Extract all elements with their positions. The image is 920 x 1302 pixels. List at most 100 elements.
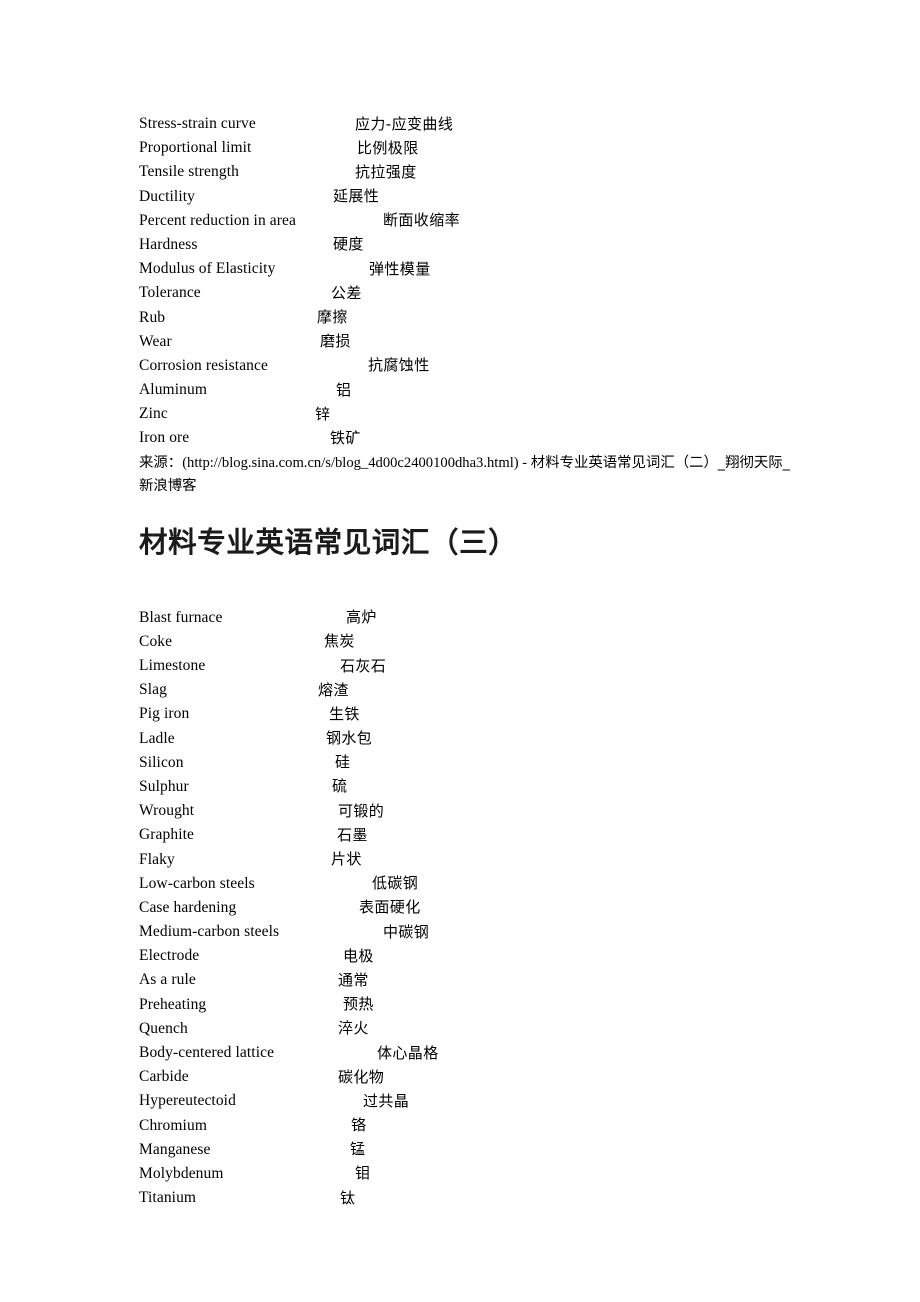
glossary-definition: 锌 bbox=[315, 404, 331, 423]
glossary-row: Wear 磨损 bbox=[139, 330, 799, 354]
glossary-definition: 生铁 bbox=[329, 704, 360, 723]
glossary-row: Blast furnace 高炉 bbox=[139, 606, 799, 630]
glossary-definition: 高炉 bbox=[346, 608, 377, 627]
glossary-row: Quench 淬火 bbox=[139, 1017, 799, 1041]
glossary-row: Ductility 延展性 bbox=[139, 185, 799, 209]
glossary-row: Percent reduction in area 断面收缩率 bbox=[139, 209, 799, 233]
glossary-row: Flaky 片状 bbox=[139, 848, 799, 872]
glossary-definition: 断面收缩率 bbox=[383, 211, 461, 230]
glossary-row: Case hardening 表面硬化 bbox=[139, 896, 799, 920]
glossary-definition: 石灰石 bbox=[340, 656, 387, 675]
glossary-row: Stress-strain curve 应力-应变曲线 bbox=[139, 112, 799, 136]
glossary-definition: 硅 bbox=[335, 753, 351, 772]
glossary-row: Sulphur 硫 bbox=[139, 775, 799, 799]
glossary-row: Wrought 可锻的 bbox=[139, 799, 799, 823]
glossary-row: Proportional limit 比例极限 bbox=[139, 136, 799, 160]
glossary-term: Wear bbox=[139, 332, 172, 350]
glossary-definition: 中碳钢 bbox=[383, 922, 430, 941]
page-title: 材料专业英语常见词汇（三） bbox=[139, 525, 518, 559]
glossary-definition: 铝 bbox=[336, 380, 352, 399]
glossary-row: Limestone 石灰石 bbox=[139, 654, 799, 678]
glossary-definition: 钢水包 bbox=[326, 729, 373, 748]
glossary-row: Carbide 碳化物 bbox=[139, 1065, 799, 1089]
glossary-term: Tensile strength bbox=[139, 163, 239, 181]
glossary-term: Body-centered lattice bbox=[139, 1044, 275, 1061]
source-label: 来源： bbox=[139, 454, 183, 471]
document-page: Stress-strain curve 应力-应变曲线 Proportional l… bbox=[0, 0, 920, 1302]
glossary-definition: 过共晶 bbox=[363, 1091, 410, 1110]
glossary-row: Molybdenum 钼 bbox=[139, 1162, 799, 1186]
glossary-term: Manganese bbox=[139, 1140, 211, 1158]
glossary-row: Body-centered lattice 体心晶格 bbox=[139, 1041, 799, 1065]
glossary-row: Ladle 钢水包 bbox=[139, 727, 799, 751]
glossary-definition: 应力-应变曲线 bbox=[355, 114, 454, 133]
glossary-term: Blast furnace bbox=[139, 608, 223, 626]
glossary-row: Preheating 预热 bbox=[139, 993, 799, 1017]
glossary-term: Flaky bbox=[139, 850, 175, 868]
glossary-row: Chromium 铬 bbox=[139, 1114, 799, 1138]
glossary-definition: 比例极限 bbox=[357, 138, 419, 157]
source-url[interactable]: (http://blog.sina.com.cn/s/blog_4d00c240… bbox=[182, 455, 518, 471]
glossary-term: Quench bbox=[139, 1019, 188, 1037]
glossary-term: Rub bbox=[139, 308, 166, 326]
glossary-term: Molybdenum bbox=[139, 1164, 224, 1182]
glossary-definition: 弹性模量 bbox=[369, 259, 431, 278]
glossary-definition: 体心晶格 bbox=[377, 1043, 439, 1062]
heading-spacer bbox=[139, 560, 799, 606]
glossary-term: Slag bbox=[139, 681, 167, 699]
glossary-definition: 预热 bbox=[343, 995, 374, 1014]
glossary-definition: 片状 bbox=[331, 850, 362, 868]
glossary-term: Chromium bbox=[139, 1116, 207, 1134]
glossary-definition: 碳化物 bbox=[338, 1067, 385, 1086]
glossary-term: Coke bbox=[139, 632, 173, 650]
glossary-term: Electrode bbox=[139, 947, 200, 965]
glossary-term: Aluminum bbox=[139, 381, 207, 399]
glossary-row: Low-carbon steels 低碳钢 bbox=[139, 872, 799, 896]
glossary-definition: 表面硬化 bbox=[359, 898, 421, 917]
glossary-definition: 延展性 bbox=[333, 187, 380, 206]
glossary-row: Graphite 石墨 bbox=[139, 823, 799, 847]
glossary-term: Stress-strain curve bbox=[139, 115, 256, 132]
glossary-term: Sulphur bbox=[139, 777, 189, 795]
glossary-term: Ductility bbox=[139, 187, 196, 205]
glossary-definition: 熔渣 bbox=[318, 680, 349, 699]
glossary-term: Proportional limit bbox=[139, 139, 252, 157]
glossary-term: Case hardening bbox=[139, 898, 237, 916]
glossary-term: Modulus of Elasticity bbox=[139, 260, 276, 278]
glossary-definition: 可锻的 bbox=[338, 801, 385, 820]
glossary-term: Ladle bbox=[139, 729, 175, 747]
glossary-row: Manganese 锰 bbox=[139, 1138, 799, 1162]
glossary-row: Modulus of Elasticity 弹性模量 bbox=[139, 257, 799, 281]
glossary-definition: 低碳钢 bbox=[372, 874, 419, 893]
glossary-term: Low-carbon steels bbox=[139, 874, 255, 892]
glossary-definition: 淬火 bbox=[338, 1019, 369, 1038]
source-separator: - bbox=[518, 454, 531, 471]
document-body: Stress-strain curve 应力-应变曲线 Proportional l… bbox=[139, 112, 799, 1210]
glossary-term: Silicon bbox=[139, 753, 184, 771]
glossary-definition: 电极 bbox=[343, 946, 374, 965]
glossary-term: Hardness bbox=[139, 235, 198, 253]
glossary-row: Slag 熔渣 bbox=[139, 678, 799, 702]
glossary-term: Limestone bbox=[139, 657, 206, 674]
glossary-definition: 铬 bbox=[351, 1116, 367, 1135]
glossary-term: Preheating bbox=[139, 995, 207, 1013]
glossary-row: Titanium 钛 bbox=[139, 1186, 799, 1210]
glossary-row: Rub 摩擦 bbox=[139, 306, 799, 330]
source-attribution: 来源：(http://blog.sina.com.cn/s/blog_4d00c… bbox=[139, 452, 791, 498]
glossary-definition: 通常 bbox=[338, 970, 369, 989]
glossary-definition: 锰 bbox=[350, 1140, 366, 1159]
glossary-definition: 抗腐蚀性 bbox=[368, 356, 430, 375]
glossary-definition: 硬度 bbox=[333, 235, 364, 254]
glossary-definition: 抗拉强度 bbox=[355, 162, 417, 181]
glossary-definition: 公差 bbox=[331, 283, 362, 302]
glossary-term: As a rule bbox=[139, 971, 196, 989]
glossary-row: Zinc 锌 bbox=[139, 402, 799, 426]
glossary-definition: 钼 bbox=[355, 1164, 371, 1183]
glossary-definition: 硫 bbox=[332, 777, 348, 796]
glossary-term: Hypereutectoid bbox=[139, 1092, 236, 1110]
glossary-row: Silicon 硅 bbox=[139, 751, 799, 775]
glossary-row: Tensile strength 抗拉强度 bbox=[139, 160, 799, 184]
glossary-term: Graphite bbox=[139, 826, 195, 844]
glossary-definition: 铁矿 bbox=[330, 428, 361, 447]
glossary-row: Coke 焦炭 bbox=[139, 630, 799, 654]
